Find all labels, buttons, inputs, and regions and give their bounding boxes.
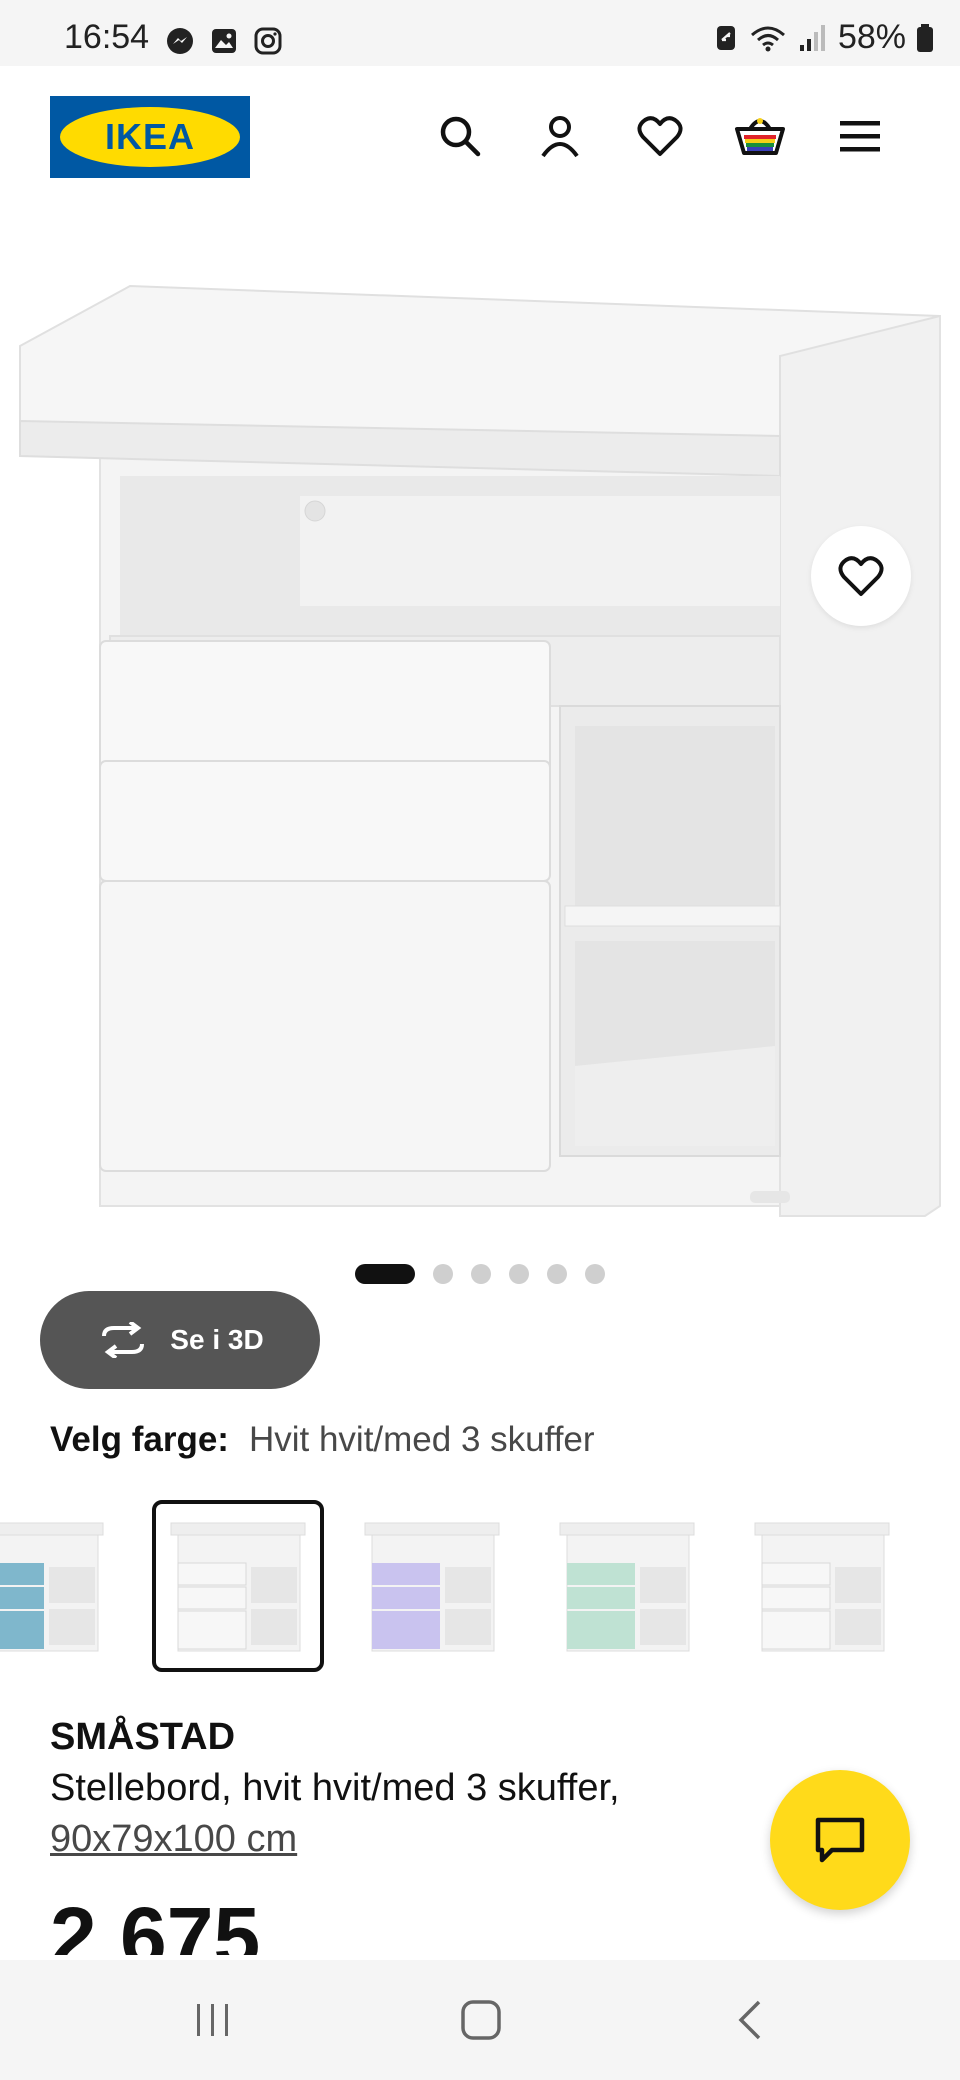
home-button[interactable]: [441, 1990, 521, 2050]
product-name: SMÅSTAD: [50, 1716, 236, 1758]
recent-apps-icon: [197, 2004, 228, 2036]
color-picker-heading: Velg farge: Hvit hvit/med 3 skuffer: [50, 1420, 595, 1460]
color-swatch-white-alt[interactable]: [736, 1500, 908, 1672]
swatch-thumbnail: [0, 1522, 104, 1652]
gallery-dot[interactable]: [433, 1264, 453, 1284]
gallery-icon: [212, 29, 236, 53]
signal-icon: [799, 24, 825, 51]
status-time: 16:54: [64, 18, 150, 56]
ikea-logo[interactable]: IKEA: [50, 96, 250, 178]
gallery-dot[interactable]: [471, 1264, 491, 1284]
product-image-gallery[interactable]: Se i 3D: [0, 206, 960, 1389]
gallery-dot[interactable]: [509, 1264, 529, 1284]
battery-icon: [917, 23, 933, 52]
rotate-3d-icon: [102, 1322, 145, 1358]
messenger-icon: [167, 28, 193, 54]
home-icon: [461, 2000, 501, 2040]
status-notification-icons: [165, 26, 283, 56]
swatch-thumbnail: [754, 1522, 890, 1652]
gallery-dot[interactable]: [585, 1264, 605, 1284]
chat-button[interactable]: [770, 1770, 910, 1910]
system-navigation-bar: [0, 1960, 960, 2080]
color-swatch-white-selected[interactable]: [152, 1500, 324, 1672]
heart-icon[interactable]: [632, 108, 688, 164]
view-in-3d-button[interactable]: Se i 3D: [40, 1291, 320, 1389]
instagram-icon: [254, 27, 282, 55]
color-selected-value: Hvit hvit/med 3 skuffer: [248, 1420, 595, 1459]
search-icon[interactable]: [432, 108, 488, 164]
swatch-thumbnail: [559, 1522, 695, 1652]
wifi-icon: [750, 26, 785, 51]
battery-saver-icon: [716, 25, 735, 50]
product-description: Stellebord, hvit hvit/med 3 skuffer,: [50, 1767, 620, 1809]
battery-percent: 58%: [837, 18, 906, 56]
swatch-thumbnail: [170, 1522, 306, 1652]
site-header: IKEA: [0, 66, 960, 206]
gallery-dot[interactable]: [355, 1264, 415, 1284]
add-to-favourites-button[interactable]: [811, 526, 911, 626]
product-image: [19, 284, 941, 1217]
chat-bubble-icon: [815, 1817, 865, 1863]
product-size-link[interactable]: 90x79x100 cm: [50, 1818, 297, 1861]
account-icon[interactable]: [532, 108, 588, 164]
heart-icon: [838, 556, 884, 596]
color-swatch-mint[interactable]: [541, 1500, 713, 1672]
back-button[interactable]: [710, 1990, 790, 2050]
recent-apps-button[interactable]: [173, 1990, 253, 2050]
gallery-dot[interactable]: [547, 1264, 567, 1284]
status-right-group: 58%: [714, 18, 934, 57]
color-label: Velg farge:: [50, 1420, 229, 1459]
logo-text: IKEA: [104, 116, 195, 157]
status-bar: 16:54 58%: [0, 0, 960, 66]
color-swatch-lilac[interactable]: [346, 1500, 518, 1672]
product-price: 2 675: [50, 1895, 261, 1955]
color-swatch-blue[interactable]: [0, 1500, 122, 1672]
logo-oval: IKEA: [60, 107, 240, 167]
gallery-pagination: [0, 1264, 960, 1284]
basket-icon[interactable]: [732, 108, 788, 164]
color-swatch-list: [0, 1500, 960, 1675]
view-in-3d-label: Se i 3D: [170, 1324, 264, 1355]
swatch-thumbnail: [364, 1522, 500, 1652]
back-chevron-icon: [738, 2000, 761, 2040]
menu-icon[interactable]: [832, 108, 888, 164]
